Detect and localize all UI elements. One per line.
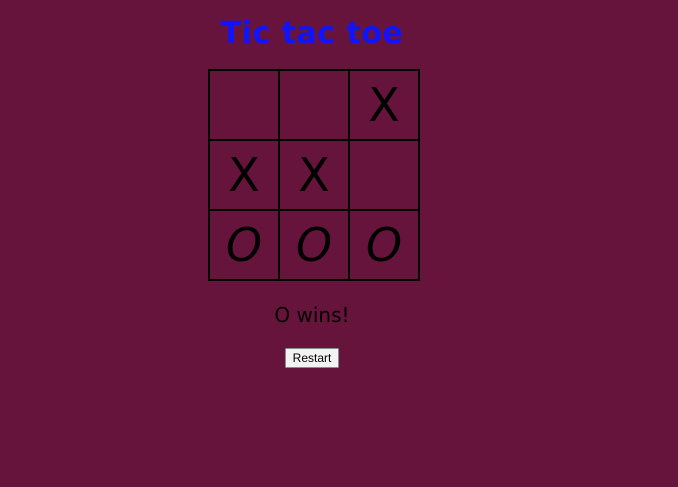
board-cell-r2c1[interactable]: X [208,139,280,211]
restart-button[interactable]: Restart [285,348,339,368]
board-cell-r2c2[interactable]: X [278,139,350,211]
game-title: Tic tac toe [220,16,404,51]
board-cell-r3c3[interactable]: O [348,209,420,281]
game-status: O wins! [274,303,350,327]
game-board: X X X O O O [208,69,421,282]
board-cell-r2c3[interactable] [348,139,420,211]
board-cell-r1c1[interactable] [208,69,280,141]
board-cell-r3c1[interactable]: O [208,209,280,281]
board-cell-r1c3[interactable]: X [348,69,420,141]
board-cell-r3c2[interactable]: O [278,209,350,281]
board-cell-r1c2[interactable] [278,69,350,141]
